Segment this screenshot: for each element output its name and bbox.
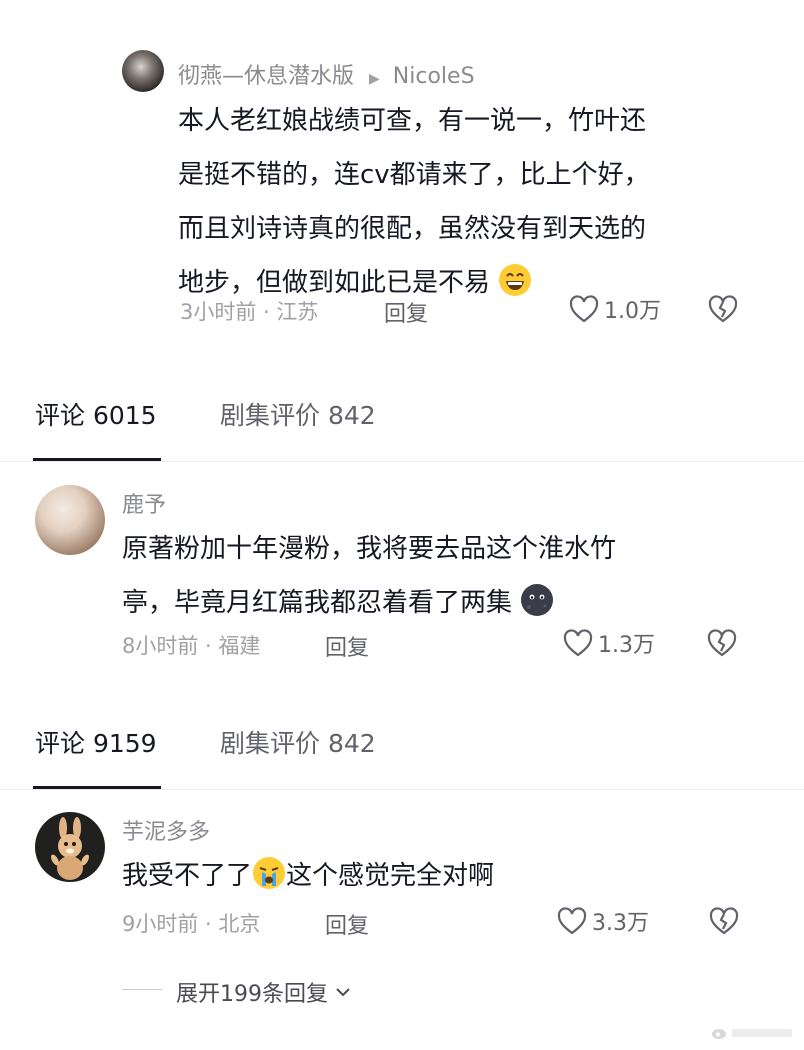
watermark-logo xyxy=(711,1026,792,1040)
comment-line: 而且刘诗诗真的很配，虽然没有到天选的 xyxy=(178,214,647,244)
like-count: 1.0万 xyxy=(604,299,661,324)
comment-line: 亭，毕竟月红篇我都忍着看了两集 xyxy=(122,576,762,630)
tab-series-reviews[interactable]: 剧集评价 842 xyxy=(220,396,376,432)
broken-heart-icon[interactable] xyxy=(708,906,740,936)
divider xyxy=(0,789,804,790)
heart-icon xyxy=(569,295,599,323)
like-button[interactable]: 1.3万 xyxy=(562,627,655,659)
like-count: 1.3万 xyxy=(598,633,655,658)
comment-line: 本人老红娘战绩可查，有一说一，竹叶还 xyxy=(178,106,647,136)
broken-heart-icon[interactable] xyxy=(706,628,738,658)
comment-author[interactable]: 彻燕—休息潜水版 ▶ NicoleS xyxy=(178,58,475,90)
expand-divider xyxy=(122,989,162,990)
tab-comments[interactable]: 评论 9159 xyxy=(35,724,157,760)
rabbit-avatar-icon xyxy=(51,817,89,880)
like-button[interactable]: 3.3万 xyxy=(556,905,649,937)
dark-moon-face-emoji xyxy=(521,584,554,616)
author-name[interactable]: 彻燕—休息潜水版 xyxy=(178,64,354,89)
crying-face-emoji xyxy=(253,857,286,889)
weibo-logo-icon xyxy=(712,1029,726,1039)
broken-heart-icon[interactable] xyxy=(707,294,739,324)
comment-meta: 3小时前 · 江苏 xyxy=(180,300,319,324)
tab-series-reviews[interactable]: 剧集评价 842 xyxy=(220,724,376,760)
avatar[interactable] xyxy=(122,50,164,92)
comment-text: 原著粉加十年漫粉，我将要去品这个淮水竹 亭，毕竟月红篇我都忍着看了两集 xyxy=(122,522,762,630)
comment-line: 我受不了了 这个感觉完全对啊 xyxy=(122,849,762,903)
divider xyxy=(0,461,804,462)
avatar[interactable] xyxy=(35,812,105,882)
tab-comments[interactable]: 评论 6015 xyxy=(35,396,157,432)
heart-icon xyxy=(557,907,587,935)
like-count: 3.3万 xyxy=(592,911,649,936)
reply-arrow-icon: ▶ xyxy=(369,71,380,87)
watermark-text-mark xyxy=(732,1029,792,1037)
reply-button[interactable]: 回复 xyxy=(325,908,369,940)
comment-author[interactable]: 鹿予 xyxy=(122,487,166,519)
grinning-face-emoji xyxy=(499,264,532,296)
like-button[interactable]: 1.0万 xyxy=(568,293,661,325)
chevron-down-icon xyxy=(336,988,350,997)
expand-label: 展开199条回复 xyxy=(176,982,328,1007)
comment-text: 我受不了了 这个感觉完全对啊 xyxy=(122,849,762,903)
comment-meta: 9小时前 · 北京 xyxy=(122,912,261,936)
heart-icon xyxy=(563,629,593,657)
avatar[interactable] xyxy=(35,485,105,555)
reply-button[interactable]: 回复 xyxy=(384,296,428,328)
expand-replies-button[interactable]: 展开199条回复 xyxy=(176,976,352,1008)
comment-line: 是挺不错的，连cv都请来了，比上个好， xyxy=(178,160,650,190)
comment-text: 本人老红娘战绩可查，有一说一，竹叶还 是挺不错的，连cv都请来了，比上个好， 而… xyxy=(178,94,758,310)
reply-to-name[interactable]: NicoleS xyxy=(393,64,475,89)
reply-button[interactable]: 回复 xyxy=(325,630,369,662)
comment-line: 原著粉加十年漫粉，我将要去品这个淮水竹 xyxy=(122,534,617,564)
comment-meta: 8小时前 · 福建 xyxy=(122,634,261,658)
comment-author[interactable]: 芋泥多多 xyxy=(122,814,210,846)
